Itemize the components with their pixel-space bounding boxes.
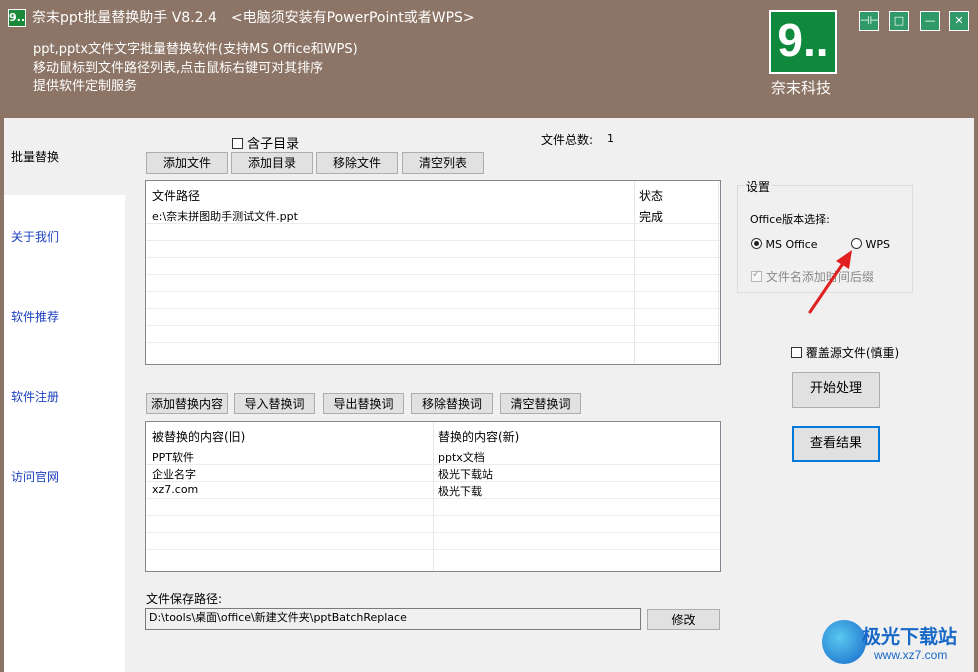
radio-wps-label: WPS [865, 238, 891, 251]
row-divider [146, 240, 720, 241]
column-divider [718, 181, 719, 364]
row-divider [146, 223, 720, 224]
remove-words-button[interactable]: 移除替换词 [411, 393, 493, 414]
office-version-label: Office版本选择: [750, 213, 830, 226]
radio-selected-icon[interactable] [751, 238, 762, 249]
watermark: 极光下载站 www.xz7.com [818, 614, 978, 672]
col-header-path[interactable]: 文件路径 [152, 187, 200, 204]
row-divider [146, 481, 720, 482]
export-words-button[interactable]: 导出替换词 [323, 393, 404, 414]
row-divider [146, 325, 720, 326]
brand-logo: 9.. [769, 10, 837, 74]
window-title-note: <电脑须安装有PowerPoint或者WPS> [230, 10, 475, 26]
clear-words-button[interactable]: 清空替换词 [500, 393, 581, 414]
row-divider [146, 464, 720, 465]
row-divider [146, 257, 720, 258]
clear-list-button[interactable]: 清空列表 [402, 152, 484, 174]
col-header-new[interactable]: 替换的内容(新) [438, 428, 519, 445]
file-count-value: 1 [607, 132, 614, 145]
start-processing-button[interactable]: 开始处理 [792, 372, 880, 408]
annotation-arrow-icon [808, 250, 852, 314]
save-path-label: 文件保存路径: [146, 592, 223, 606]
row-divider [146, 308, 720, 309]
col-header-status[interactable]: 状态 [639, 187, 663, 204]
overwrite-source-label: 覆盖源文件(慎重) [805, 346, 900, 360]
replace-row-new[interactable]: 极光下载 [438, 483, 482, 499]
sidebar-item-register[interactable]: 软件注册 [11, 388, 59, 405]
brand-name: 奈末科技 [770, 79, 831, 97]
sidebar-item-recommend[interactable]: 软件推荐 [11, 308, 59, 325]
row-divider [146, 498, 720, 499]
replace-row-new[interactable]: 极光下载站 [438, 466, 493, 482]
info-line-2: 移动鼠标到文件路径列表,点击鼠标右键可对其排序 [33, 61, 324, 76]
info-line-1: ppt,pptx文件文字批量替换软件(支持MS Office和WPS) [33, 42, 358, 57]
file-list[interactable]: 文件路径 状态 e:\奈末拼图助手测试文件.ppt 完成 [145, 180, 721, 365]
close-icon[interactable]: ✕ [949, 11, 969, 31]
minimize-icon[interactable]: — [920, 11, 940, 31]
column-divider [634, 181, 635, 364]
watermark-url: www.xz7.com [874, 648, 948, 662]
replace-row-old[interactable]: PPT软件 [152, 449, 194, 465]
sidebar-item-about[interactable]: 关于我们 [11, 228, 59, 245]
pin-icon[interactable]: ⊣⊢ [859, 11, 879, 31]
overwrite-source-checkbox[interactable]: 覆盖源文件(慎重) [791, 344, 899, 361]
replacement-list[interactable]: 被替换的内容(旧) 替换的内容(新) PPT软件 pptx文档 企业名字 极光下… [145, 421, 721, 572]
checkbox-box[interactable] [791, 347, 802, 358]
col-header-old[interactable]: 被替换的内容(旧) [152, 428, 245, 445]
replace-row-old[interactable]: xz7.com [152, 483, 198, 496]
sidebar-item-website[interactable]: 访问官网 [11, 468, 59, 485]
window-title: 奈末ppt批量替换助手 V8.2.4 <电脑须安装有PowerPoint或者WPS… [32, 7, 489, 27]
replace-row-new[interactable]: pptx文档 [438, 449, 485, 465]
watermark-logo-icon [822, 620, 866, 664]
row-divider [146, 515, 720, 516]
include-subdirs-checkbox[interactable]: 含子目录 [232, 133, 299, 152]
modify-path-button[interactable]: 修改 [647, 609, 720, 630]
save-path-field[interactable]: D:\tools\桌面\office\新建文件夹\pptBatchReplace [145, 608, 641, 630]
row-divider [146, 549, 720, 550]
window-title-text: 奈末ppt批量替换助手 V8.2.4 [32, 10, 217, 26]
replace-row-old[interactable]: 企业名字 [152, 466, 196, 482]
file-count-label: 文件总数: [541, 133, 594, 147]
view-results-button[interactable]: 查看结果 [792, 426, 880, 462]
watermark-text: 极光下载站 [862, 627, 958, 648]
checkbox-box[interactable] [232, 138, 243, 149]
file-row-path[interactable]: e:\奈末拼图助手测试文件.ppt [152, 208, 298, 224]
row-divider [146, 532, 720, 533]
sidebar-item-batch-replace[interactable]: 批量替换 [11, 148, 59, 165]
include-subdirs-label: 含子目录 [247, 137, 300, 152]
add-replacement-button[interactable]: 添加替换内容 [146, 393, 228, 414]
info-line-3: 提供软件定制服务 [33, 79, 138, 94]
row-divider [146, 274, 720, 275]
import-words-button[interactable]: 导入替换词 [234, 393, 315, 414]
add-folder-button[interactable]: 添加目录 [231, 152, 313, 174]
row-divider [146, 291, 720, 292]
settings-legend: 设置 [744, 178, 773, 195]
checkbox-checked-icon[interactable] [751, 269, 762, 282]
row-divider [146, 342, 720, 343]
restore-icon[interactable]: □ [889, 11, 909, 31]
remove-file-button[interactable]: 移除文件 [316, 152, 398, 174]
add-file-button[interactable]: 添加文件 [146, 152, 228, 174]
brand-logo-glyph: 9.. [777, 14, 829, 66]
app-icon: 9.. [8, 9, 26, 27]
